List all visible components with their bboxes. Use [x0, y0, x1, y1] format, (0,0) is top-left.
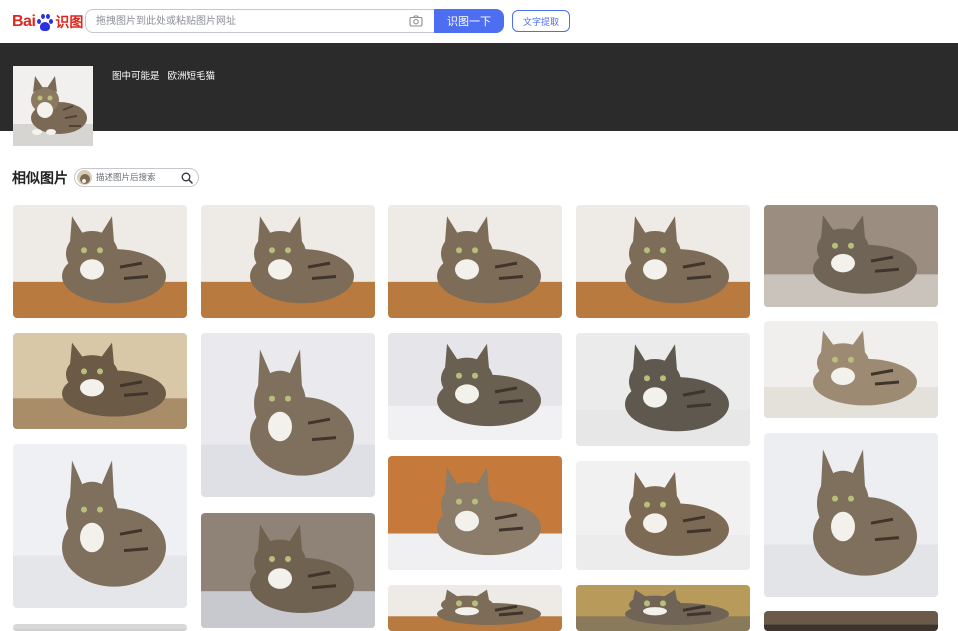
similar-image-tile[interactable] [764, 611, 938, 631]
similar-image-tile[interactable] [764, 321, 938, 418]
similar-image-tile[interactable] [576, 585, 750, 631]
similar-image-tile[interactable] [576, 205, 750, 318]
similar-image-tile[interactable] [13, 205, 187, 318]
describe-search-input[interactable] [96, 171, 181, 184]
similar-image-tile[interactable] [388, 585, 562, 631]
query-image[interactable] [13, 66, 93, 146]
query-mini-thumbnail [77, 170, 92, 185]
paw-logo-icon [36, 13, 54, 31]
logo-text: Bai [12, 13, 36, 30]
similar-image-tile[interactable] [201, 205, 375, 318]
logo-suffix: 识图 [55, 15, 84, 31]
similar-image-tile[interactable] [576, 461, 750, 570]
similar-image-tile[interactable] [13, 444, 187, 608]
recognition-result: 图中可能是 欧洲短毛猫 [112, 68, 215, 82]
similar-image-tile[interactable] [13, 624, 187, 631]
describe-search-box [74, 168, 199, 187]
search-icon[interactable] [181, 172, 193, 184]
text-extract-button[interactable]: 文字提取 [512, 10, 570, 32]
similar-image-tile[interactable] [388, 456, 562, 570]
similar-image-tile[interactable] [576, 333, 750, 446]
result-guess[interactable]: 欧洲短毛猫 [168, 68, 216, 82]
image-url-input[interactable] [96, 13, 396, 29]
search-button[interactable]: 识图一下 [434, 9, 504, 33]
result-prefix: 图中可能是 [112, 71, 160, 82]
image-search-box [85, 9, 435, 33]
similar-image-tile[interactable] [201, 333, 375, 497]
similar-image-tile[interactable] [388, 205, 562, 318]
similar-image-tile[interactable] [388, 333, 562, 440]
similar-image-tile[interactable] [764, 433, 938, 597]
similar-image-tile[interactable] [13, 333, 187, 429]
similar-image-tile[interactable] [201, 513, 375, 628]
similar-images-title: 相似图片 [12, 171, 68, 187]
baidu-logo[interactable]: Bai 识图 [12, 11, 83, 33]
top-bar: Bai 识图 识图一下 文字提取 [0, 0, 958, 43]
similar-image-tile[interactable] [764, 205, 938, 307]
result-panel: 图中可能是 欧洲短毛猫 [0, 43, 958, 146]
camera-icon[interactable] [409, 15, 423, 27]
